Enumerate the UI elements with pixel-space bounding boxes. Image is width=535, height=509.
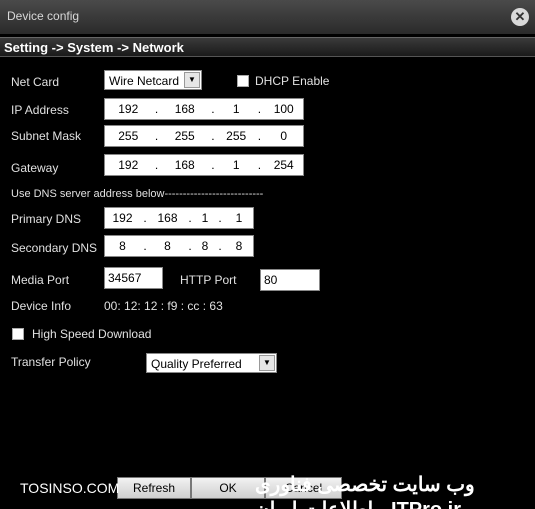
device-info-value: 00: 12: 12 : f9 : cc : 63 [104, 299, 223, 313]
ip-address-field[interactable]: 192. 168. 1. 100 [104, 98, 304, 120]
ip-octet: 8 [201, 239, 209, 253]
ip-octet: 168 [174, 102, 195, 116]
media-port-input[interactable]: 34567 [104, 267, 163, 289]
watermark-left: TOSINSO.COM [20, 480, 120, 496]
ok-button[interactable]: OK [191, 477, 265, 499]
primary-dns-label: Primary DNS [11, 212, 82, 226]
ip-octet: 1 [232, 158, 240, 172]
ip-octet: 168 [174, 158, 195, 172]
net-card-select[interactable]: Wire Netcard ▼ [104, 70, 202, 90]
ip-octet: 8 [164, 239, 171, 253]
window-title: Device config [7, 9, 80, 23]
secondary-dns-label: Secondary DNS [11, 241, 98, 255]
gateway-field[interactable]: 192. 168. 1. 254 [104, 154, 304, 176]
chevron-down-icon: ▼ [259, 355, 275, 371]
chevron-down-icon: ▼ [184, 72, 200, 88]
ip-octet: 1 [235, 211, 243, 225]
ip-octet: 8 [119, 239, 126, 253]
ip-address-label: IP Address [11, 103, 69, 117]
high-speed-download-checkbox[interactable] [12, 328, 24, 340]
media-port-label: Media Port [11, 273, 70, 287]
ip-octet: 0 [280, 129, 288, 143]
ip-octet: 168 [157, 211, 178, 225]
gateway-label: Gateway [11, 161, 59, 175]
dhcp-label: DHCP Enable [255, 74, 330, 88]
refresh-button[interactable]: Refresh [117, 477, 191, 499]
net-card-label: Net Card [11, 75, 60, 89]
net-card-value: Wire Netcard [109, 74, 180, 88]
transfer-policy-label: Transfer Policy [11, 355, 91, 369]
ip-octet: 1 [232, 102, 240, 116]
ip-octet: 255 [174, 129, 195, 143]
transfer-policy-value: Quality Preferred [151, 357, 242, 371]
http-port-input[interactable]: 80 [260, 269, 320, 291]
ip-octet: 192 [112, 211, 133, 225]
subnet-mask-label: Subnet Mask [11, 129, 82, 143]
breadcrumb: Setting -> System -> Network [4, 40, 184, 55]
watermark-right: وب سایت تخصصی فناوری اطلاعات ایران - ITP… [255, 474, 475, 509]
ip-octet: 255 [118, 129, 139, 143]
device-info-label: Device Info [11, 299, 72, 313]
ip-octet: 192 [118, 158, 139, 172]
transfer-policy-select[interactable]: Quality Preferred ▼ [146, 353, 277, 373]
primary-dns-field[interactable]: 192. 168. 1. 1 [104, 207, 254, 229]
dns-heading: Use DNS server address below------------… [11, 188, 264, 200]
title-bar: Device config ✕ [0, 0, 535, 34]
high-speed-download-label: High Speed Download [32, 327, 152, 341]
ip-octet: 100 [273, 102, 294, 116]
secondary-dns-field[interactable]: 8. 8. 8. 8 [104, 235, 254, 257]
ip-octet: 8 [235, 239, 243, 253]
http-port-label: HTTP Port [180, 273, 237, 287]
subnet-mask-field[interactable]: 255. 255. 255. 0 [104, 125, 304, 147]
ip-octet: 254 [273, 158, 294, 172]
dhcp-checkbox[interactable] [237, 75, 249, 87]
ip-octet: 192 [118, 102, 139, 116]
breadcrumb-bar: Setting -> System -> Network [0, 37, 535, 57]
ip-octet: 1 [201, 211, 209, 225]
ip-octet: 255 [226, 129, 247, 143]
close-icon[interactable]: ✕ [511, 8, 529, 26]
